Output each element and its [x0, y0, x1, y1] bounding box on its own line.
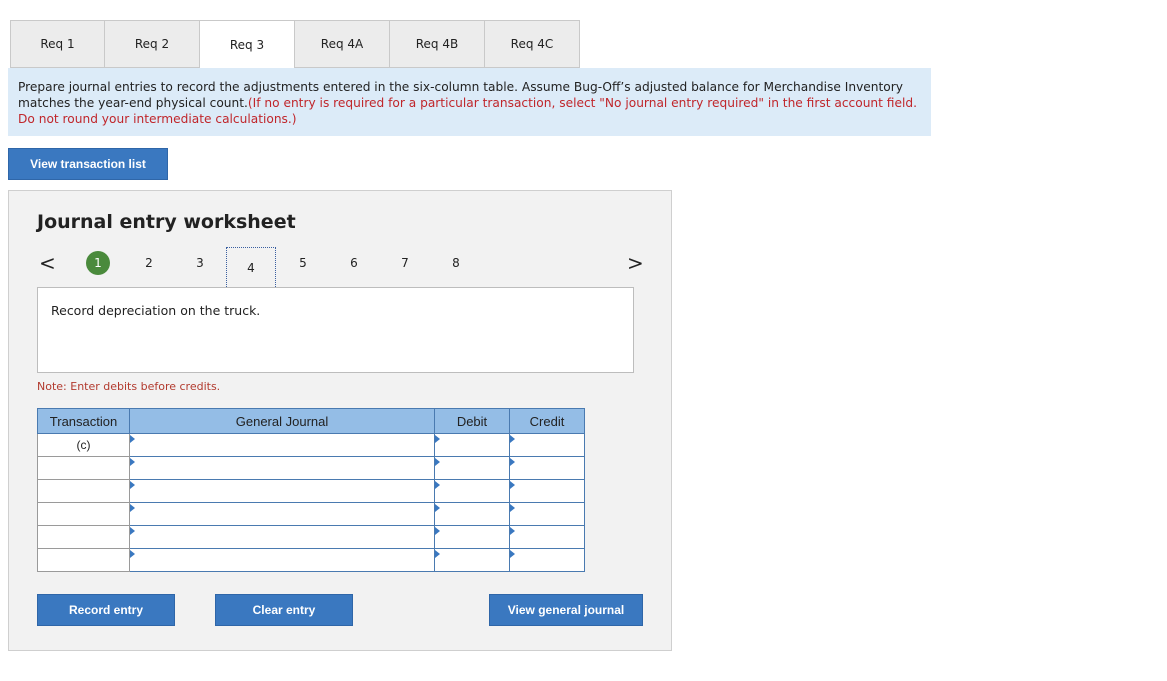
dropdown-arrow-icon: [510, 458, 515, 466]
credit-field[interactable]: [509, 548, 585, 572]
col-debit: Debit: [434, 408, 510, 434]
page-2[interactable]: 2: [137, 251, 161, 275]
transaction-cell: [37, 548, 130, 572]
dropdown-arrow-icon: [130, 504, 135, 512]
requirement-tabs: Req 1 Req 2 Req 3 Req 4A Req 4B Req 4C: [10, 20, 580, 69]
page-5[interactable]: 5: [291, 251, 315, 275]
journal-entry-worksheet: Journal entry worksheet < 1 2 3 4 5 6 7 …: [8, 190, 672, 651]
dropdown-arrow-icon: [130, 458, 135, 466]
debit-field[interactable]: [434, 433, 510, 457]
table-row: [37, 525, 585, 549]
dropdown-arrow-icon: [435, 527, 440, 535]
credit-field[interactable]: [509, 479, 585, 503]
tab-req-4c[interactable]: Req 4C: [485, 20, 580, 68]
table-row: [37, 502, 585, 526]
credit-field[interactable]: [509, 433, 585, 457]
view-transaction-list-button[interactable]: View transaction list: [8, 148, 168, 180]
col-transaction: Transaction: [37, 408, 130, 434]
debit-field[interactable]: [434, 548, 510, 572]
tab-req-4b[interactable]: Req 4B: [390, 20, 485, 68]
table-row: [37, 479, 585, 503]
dropdown-arrow-icon: [130, 481, 135, 489]
page-4-current[interactable]: 4: [226, 247, 276, 289]
col-general-journal: General Journal: [129, 408, 435, 434]
col-credit: Credit: [509, 408, 585, 434]
transaction-cell: [37, 502, 130, 526]
tab-req-4a[interactable]: Req 4A: [295, 20, 390, 68]
clear-entry-button[interactable]: Clear entry: [215, 594, 353, 626]
view-general-journal-button[interactable]: View general journal: [489, 594, 643, 626]
transaction-cell: (c): [37, 433, 130, 457]
dropdown-arrow-icon: [130, 435, 135, 443]
credit-field[interactable]: [509, 456, 585, 480]
account-field[interactable]: [129, 456, 435, 480]
transaction-cell: [37, 479, 130, 503]
debit-field[interactable]: [434, 525, 510, 549]
tab-req-3[interactable]: Req 3: [200, 20, 295, 69]
dropdown-arrow-icon: [510, 435, 515, 443]
dropdown-arrow-icon: [435, 504, 440, 512]
transaction-cell: [37, 525, 130, 549]
credit-field[interactable]: [509, 502, 585, 526]
dropdown-arrow-icon: [435, 550, 440, 558]
table-row: (c): [37, 433, 585, 457]
credit-field[interactable]: [509, 525, 585, 549]
page-6[interactable]: 6: [342, 251, 366, 275]
tab-req-2[interactable]: Req 2: [105, 20, 200, 68]
page-1[interactable]: 1: [86, 251, 110, 275]
debit-field[interactable]: [434, 479, 510, 503]
instructions-panel: Prepare journal entries to record the ad…: [8, 68, 931, 136]
dropdown-arrow-icon: [510, 481, 515, 489]
page-7[interactable]: 7: [393, 251, 417, 275]
page-3[interactable]: 3: [188, 251, 212, 275]
account-field[interactable]: [129, 502, 435, 526]
entry-description: Record depreciation on the truck.: [37, 287, 634, 373]
table-row: [37, 456, 585, 480]
journal-table: Transaction General Journal Debit Credit…: [37, 408, 585, 572]
account-field[interactable]: [129, 433, 435, 457]
dropdown-arrow-icon: [510, 504, 515, 512]
debit-field[interactable]: [434, 502, 510, 526]
account-field[interactable]: [129, 525, 435, 549]
worksheet-title: Journal entry worksheet: [37, 211, 296, 233]
dropdown-arrow-icon: [510, 550, 515, 558]
next-arrow-icon[interactable]: >: [627, 251, 644, 275]
account-field[interactable]: [129, 479, 435, 503]
dropdown-arrow-icon: [435, 435, 440, 443]
dropdown-arrow-icon: [435, 481, 440, 489]
entry-pager: < 1 2 3 4 5 6 7 8 >: [9, 247, 673, 289]
record-entry-button[interactable]: Record entry: [37, 594, 175, 626]
dropdown-arrow-icon: [130, 527, 135, 535]
dropdown-arrow-icon: [510, 527, 515, 535]
transaction-cell: [37, 456, 130, 480]
tab-req-1[interactable]: Req 1: [10, 20, 105, 68]
page-8[interactable]: 8: [444, 251, 468, 275]
debits-note: Note: Enter debits before credits.: [37, 380, 221, 393]
dropdown-arrow-icon: [435, 458, 440, 466]
prev-arrow-icon[interactable]: <: [39, 251, 56, 275]
debit-field[interactable]: [434, 456, 510, 480]
account-field[interactable]: [129, 548, 435, 572]
table-row: [37, 548, 585, 572]
dropdown-arrow-icon: [130, 550, 135, 558]
